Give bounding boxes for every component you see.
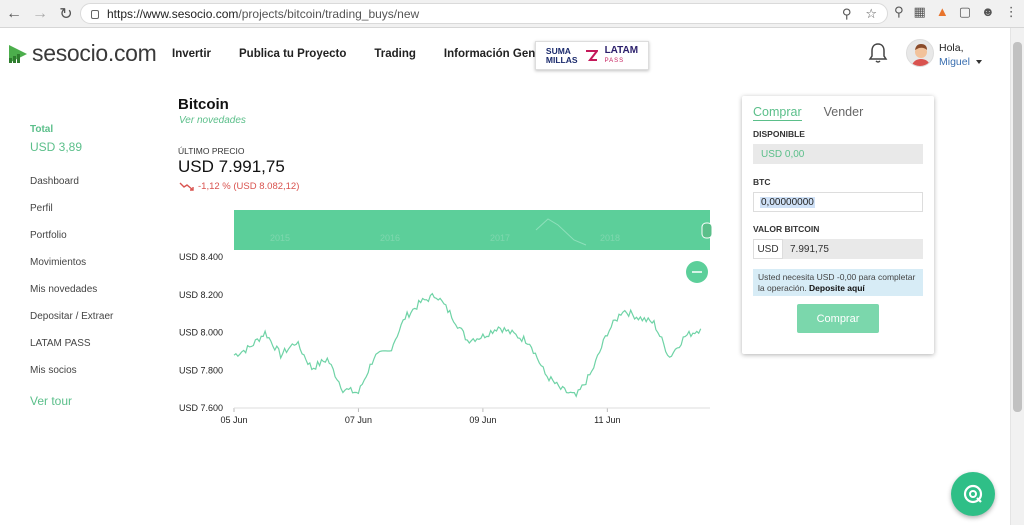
- price-series-line: [233, 292, 702, 398]
- last-price-value: USD 7.991,75: [178, 157, 285, 176]
- sidebar-item-novedades[interactable]: Mis novedades: [30, 284, 160, 311]
- sidebar-item-latam-pass[interactable]: LATAM PASS: [30, 338, 160, 365]
- address-bar[interactable]: https://www.sesocio.com/projects/bitcoin…: [80, 3, 888, 24]
- x-tick-label: 07 Jun: [345, 415, 372, 425]
- bitcoin-value-field: 7.991,75: [783, 239, 923, 259]
- avatar[interactable]: [906, 39, 934, 67]
- site-header: sesocio.com Invertir Publica tu Proyecto…: [0, 28, 1010, 82]
- tab-comprar[interactable]: Comprar: [753, 105, 802, 121]
- tab-vender[interactable]: Vender: [824, 105, 864, 121]
- deposit-notice: Usted necesita USD -0,00 para completar …: [753, 269, 923, 296]
- page-scrollbar[interactable]: [1010, 28, 1024, 525]
- menu-dots-icon[interactable]: ⋮: [1005, 4, 1018, 20]
- navigator-year-label: 2018: [600, 233, 620, 243]
- menu-trading[interactable]: Trading: [374, 48, 416, 60]
- bookmark-star-icon[interactable]: ☆: [865, 6, 877, 22]
- zoom-icon[interactable]: ⚲: [842, 6, 852, 22]
- browser-toolbar: ← → ↻ https://www.sesocio.com/projects/b…: [0, 0, 1024, 28]
- url-text: https://www.sesocio.com/projects/bitcoin…: [107, 6, 420, 21]
- trend-down-icon: [179, 182, 194, 191]
- forward-icon[interactable]: →: [28, 2, 52, 26]
- btc-amount-input[interactable]: 0,00000000: [753, 192, 923, 212]
- y-tick-label: USD 7.600: [179, 403, 223, 413]
- y-tick-label: USD 7.800: [179, 365, 223, 375]
- available-field: USD 0,00: [753, 144, 923, 164]
- total-value: USD 3,89: [30, 140, 83, 154]
- back-icon[interactable]: ←: [2, 2, 26, 26]
- deposit-link[interactable]: Deposite aquí: [809, 283, 865, 293]
- extension-square-icon[interactable]: ▢: [959, 4, 971, 20]
- notification-bell-icon[interactable]: [868, 42, 888, 64]
- sidebar-item-movimientos[interactable]: Movimientos: [30, 257, 160, 284]
- x-tick-label: 05 Jun: [220, 415, 247, 425]
- logo-icon: [9, 44, 27, 63]
- logo[interactable]: sesocio.com: [7, 40, 157, 67]
- y-tick-label: USD 8.200: [179, 290, 223, 300]
- navigator-year-label: 2017: [490, 233, 510, 243]
- latam-pass-banner[interactable]: SUMA MILLAS LATAM PASS: [535, 41, 649, 70]
- bitcoin-value-label: VALOR BITCOIN: [753, 224, 820, 234]
- x-tick-label: 09 Jun: [469, 415, 496, 425]
- sidebar-item-perfil[interactable]: Perfil: [30, 203, 160, 230]
- y-tick-label: USD 8.400: [179, 252, 223, 262]
- navigator-year-label: 2016: [380, 233, 400, 243]
- latam-icon: [585, 50, 598, 61]
- total-label: Total: [30, 124, 54, 135]
- sidebar-item-portfolio[interactable]: Portfolio: [30, 230, 160, 257]
- navigator-handle: [701, 222, 713, 239]
- user-name: Miguel: [939, 56, 970, 68]
- user-menu[interactable]: Hola, Miguel: [939, 41, 982, 69]
- btc-label: BTC: [753, 177, 771, 187]
- menu-invertir[interactable]: Invertir: [172, 48, 211, 60]
- chevron-down-icon: [975, 60, 982, 65]
- extension-fire-icon[interactable]: ▲: [936, 4, 949, 20]
- buy-button[interactable]: Comprar: [797, 304, 879, 333]
- sidebar-item-depositar[interactable]: Depositar / Extraer: [30, 311, 160, 338]
- greeting-text: Hola,: [939, 42, 964, 54]
- price-change: -1,12 % (USD 8.082,12): [179, 181, 299, 192]
- tour-link[interactable]: Ver tour: [30, 394, 160, 408]
- logo-text: sesocio.com: [32, 40, 157, 66]
- scrollbar-thumb[interactable]: [1013, 42, 1022, 412]
- x-tick-label: 11 Jun: [594, 415, 620, 425]
- y-tick-label: USD 8.000: [179, 328, 223, 338]
- page-title: Bitcoin: [178, 96, 229, 113]
- navigator-year-label: 2015: [270, 233, 290, 243]
- lock-icon: [91, 10, 99, 19]
- extension-pin-icon[interactable]: ⚲: [894, 4, 904, 20]
- chart-navigator: [234, 210, 710, 250]
- sidebar-item-dashboard[interactable]: Dashboard: [30, 176, 160, 203]
- sidebar: Total USD 3,89 Dashboard Perfil Portfoli…: [30, 124, 160, 408]
- price-change-text: -1,12 % (USD 8.082,12): [198, 181, 300, 192]
- reload-icon[interactable]: ↻: [54, 2, 78, 26]
- chat-button[interactable]: [951, 472, 995, 516]
- trade-panel: Comprar Vender DISPONIBLE USD 0,00 BTC 0…: [742, 96, 934, 354]
- latam-pass-logo: LATAM PASS: [604, 44, 639, 64]
- news-link[interactable]: Ver novedades: [179, 115, 246, 126]
- last-price-label: ÚLTIMO PRECIO: [178, 146, 245, 156]
- main-menu: Invertir Publica tu Proyecto Trading Inf…: [172, 48, 593, 60]
- extension-grid-icon[interactable]: ▦: [914, 4, 926, 20]
- chat-icon: [963, 484, 983, 504]
- menu-publica[interactable]: Publica tu Proyecto: [239, 48, 346, 60]
- sidebar-item-socios[interactable]: Mis socios: [30, 365, 160, 392]
- suma-millas-logo: SUMA MILLAS: [545, 45, 578, 65]
- currency-addon: USD: [753, 239, 783, 259]
- profile-icon[interactable]: ☻: [981, 4, 995, 20]
- available-label: DISPONIBLE: [753, 129, 805, 139]
- price-chart[interactable]: 2015 2016 2017 2018 USD 8.400 USD 8.200 USD 8.…: [176, 205, 716, 430]
